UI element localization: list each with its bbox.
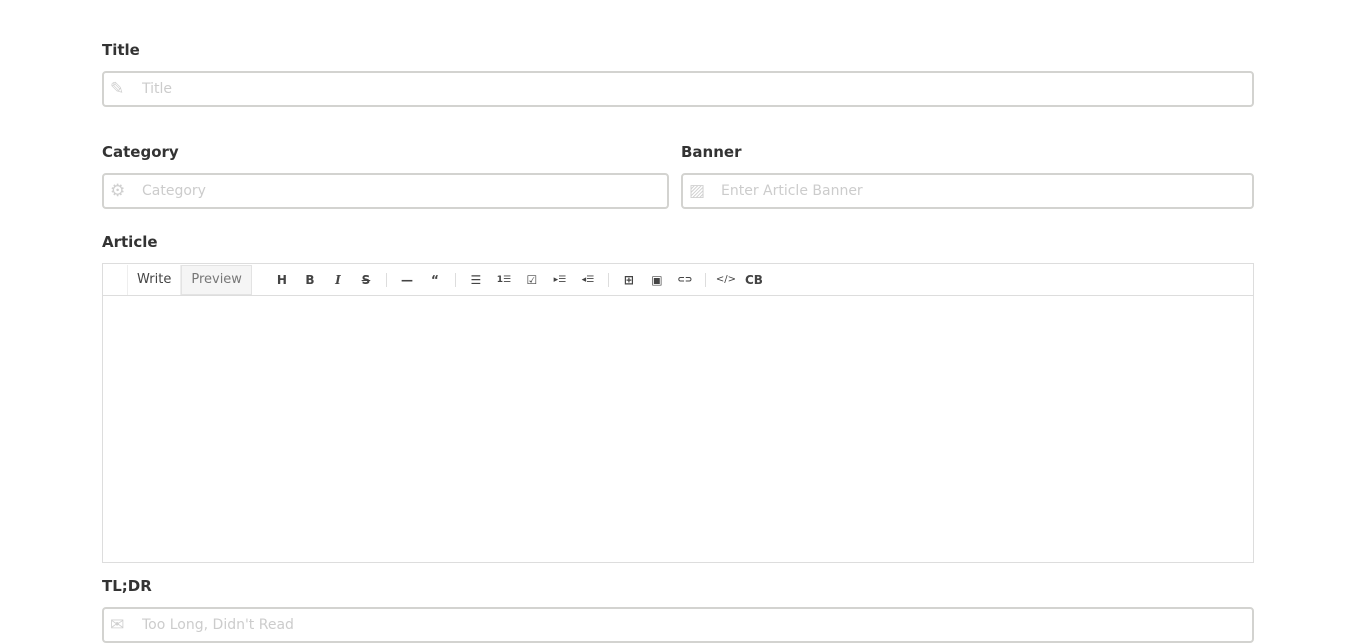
tab-preview[interactable]: Preview [181, 264, 252, 295]
divider [454, 272, 456, 287]
tldr-field[interactable]: ✉ [102, 607, 1254, 643]
task-list-button[interactable]: ☑ [518, 273, 546, 287]
outdent-button[interactable]: ◂☰ [574, 275, 602, 285]
italic-button[interactable]: I [324, 273, 352, 287]
table-button[interactable]: ⊞ [615, 273, 643, 287]
gears-icon: ⚙ [110, 181, 126, 201]
quote-button[interactable]: “ [421, 273, 449, 287]
image-icon: ▨ [689, 181, 706, 201]
tldr-label: TL;DR [102, 577, 152, 595]
markdown-editor: Write Preview H B I S — “ ☰ 1☰ ☑ ▸☰ ◂☰ ⊞… [102, 263, 1254, 563]
divider [704, 272, 706, 287]
link-button[interactable]: ⊂⊃ [671, 275, 699, 285]
tldr-input[interactable] [140, 616, 1252, 634]
title-input[interactable] [140, 80, 1252, 98]
category-input[interactable] [140, 182, 667, 200]
code-block-button[interactable]: CB [740, 273, 768, 287]
tab-write[interactable]: Write [127, 264, 182, 295]
indent-button[interactable]: ▸☰ [546, 275, 574, 285]
editor-textarea[interactable] [103, 296, 1253, 562]
divider [607, 272, 609, 287]
strikethrough-button[interactable]: S [352, 273, 380, 287]
category-field[interactable]: ⚙ [102, 173, 669, 209]
unordered-list-button[interactable]: ☰ [462, 273, 490, 287]
banner-label: Banner [681, 143, 742, 161]
title-label: Title [102, 41, 140, 59]
category-label: Category [102, 143, 179, 161]
bold-button[interactable]: B [296, 273, 324, 287]
divider [385, 272, 387, 287]
heading-button[interactable]: H [268, 273, 296, 287]
envelope-icon: ✉ [110, 615, 125, 635]
edit-icon: ✎ [110, 79, 125, 99]
image-button[interactable]: ▣ [643, 273, 671, 287]
editor-toolbar: Write Preview H B I S — “ ☰ 1☰ ☑ ▸☰ ◂☰ ⊞… [103, 264, 1253, 296]
ordered-list-button[interactable]: 1☰ [490, 275, 518, 285]
banner-field[interactable]: ▨ [681, 173, 1254, 209]
code-button[interactable]: </> [712, 274, 740, 285]
article-label: Article [102, 233, 158, 251]
title-field[interactable]: ✎ [102, 71, 1254, 107]
banner-input[interactable] [719, 182, 1252, 200]
horizontal-rule-button[interactable]: — [393, 273, 421, 287]
